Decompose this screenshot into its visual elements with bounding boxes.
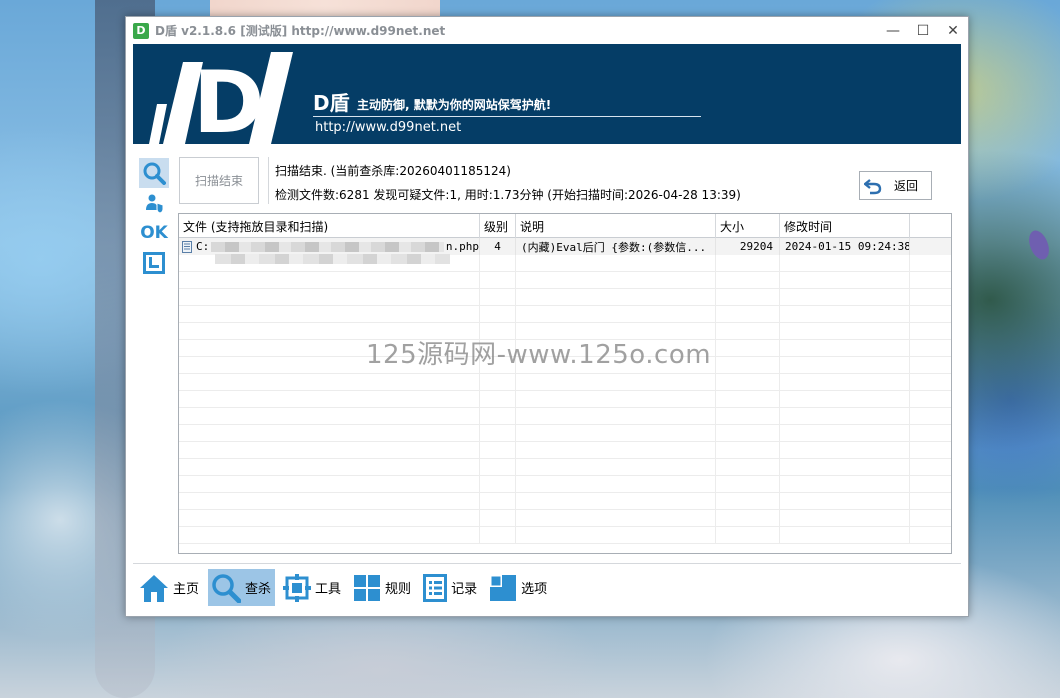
scan-summary-text: 检测文件数:6281 发现可疑文件:1, 用时:1.73分钟 (开始扫描时间:2…: [275, 188, 741, 202]
bottom-nav: 主页 查杀 工具 规则 记录 选项: [136, 569, 556, 607]
table-row: [179, 442, 951, 459]
column-header-level[interactable]: 级别: [480, 214, 516, 238]
frame-icon: [143, 252, 165, 274]
banner-product-name: D盾: [313, 91, 350, 115]
banner-divider: [313, 116, 701, 117]
search-icon: [143, 162, 166, 185]
table-row: [179, 289, 951, 306]
cell-mtime: 2024-01-15 09:24:38: [780, 238, 910, 255]
cell-file: C: n.php: [179, 238, 480, 255]
table-row: [179, 272, 951, 289]
svg-text:D: D: [193, 53, 264, 144]
nav-home[interactable]: 主页: [136, 569, 203, 606]
bottom-divider: [133, 563, 961, 564]
nav-options-label: 选项: [521, 582, 548, 597]
sidebar-item-process[interactable]: [139, 188, 169, 218]
table-row: [179, 391, 951, 408]
minimize-button[interactable]: —: [878, 17, 908, 44]
cell-desc: (内藏)Eval后门 {参数:(参数信...: [516, 238, 716, 255]
home-icon: [140, 574, 168, 602]
app-window: D D盾 v2.1.8.6 [测试版] http://www.d99net.ne…: [125, 16, 969, 617]
column-header-spare: [910, 214, 951, 238]
watermark-text: 125源码网-www.125o.com: [366, 340, 712, 370]
title-bar[interactable]: D D盾 v2.1.8.6 [测试版] http://www.d99net.ne…: [126, 17, 968, 44]
table-body: C: n.php 4 (内藏)Eval后门 {参数:(参数信... 29204 …: [179, 238, 951, 544]
table-row: [179, 425, 951, 442]
nav-tools-label: 工具: [315, 582, 342, 597]
table-header: 文件 (支持拖放目录和扫描) 级别 说明 大小 修改时间: [179, 214, 951, 238]
nav-scan[interactable]: 查杀: [208, 569, 276, 606]
nav-rules[interactable]: 规则: [350, 569, 415, 606]
scan-status-text: 扫描结束. (当前查杀库:20260401185124): [275, 164, 511, 178]
close-button[interactable]: ✕: [938, 17, 968, 44]
background-face: [210, 0, 440, 16]
sidebar-item-ok[interactable]: OK: [139, 218, 169, 248]
undo-icon: [864, 178, 882, 194]
cell-size: 29204: [716, 238, 780, 255]
cell-level: 4: [480, 238, 516, 255]
options-icon: [490, 574, 517, 601]
nav-tools[interactable]: 工具: [280, 569, 345, 606]
sidebar: OK: [139, 158, 169, 278]
column-header-file[interactable]: 文件 (支持拖放目录和扫描): [179, 214, 480, 238]
back-button-label: 返回: [894, 179, 919, 193]
header-banner: D D盾 主动防御, 默默为你的网站保驾护航! http://www.d99ne…: [133, 44, 961, 144]
table-row: [179, 476, 951, 493]
ok-icon: OK: [140, 223, 168, 243]
table-row: [179, 493, 951, 510]
app-icon: D: [133, 22, 149, 39]
redacted-path-overflow: [215, 254, 450, 264]
background-petal: [1023, 227, 1055, 263]
sidebar-item-scan[interactable]: [139, 158, 169, 188]
redacted-path: [211, 241, 444, 252]
window-title: D盾 v2.1.8.6 [测试版] http://www.d99net.net: [155, 24, 446, 38]
table-row[interactable]: C: n.php 4 (内藏)Eval后门 {参数:(参数信... 29204 …: [179, 238, 951, 255]
table-row: [179, 374, 951, 391]
table-row: [179, 527, 951, 544]
back-button[interactable]: 返回: [859, 171, 932, 200]
table-row: [179, 510, 951, 527]
nav-options[interactable]: 选项: [486, 569, 551, 606]
file-path-suffix: n.php: [445, 240, 479, 253]
column-header-size[interactable]: 大小: [716, 214, 780, 238]
sidebar-item-frame[interactable]: [139, 248, 169, 278]
status-divider: [268, 157, 269, 204]
table-row: [179, 306, 951, 323]
user-shield-icon: [146, 194, 164, 213]
table-row: [179, 408, 951, 425]
banner-url: http://www.d99net.net: [315, 120, 462, 135]
nav-scan-label: 查杀: [245, 582, 272, 597]
column-header-desc[interactable]: 说明: [516, 214, 716, 238]
banner-slogan: 主动防御, 默默为你的网站保驾护航!: [357, 98, 552, 112]
file-path-prefix: C:: [196, 240, 210, 253]
search-icon: [212, 573, 242, 603]
nav-home-label: 主页: [173, 582, 200, 597]
nav-rules-label: 规则: [385, 582, 412, 597]
cell-spare: [910, 238, 951, 255]
maximize-button[interactable]: ☐: [908, 17, 938, 44]
scan-status-button[interactable]: 扫描结束: [179, 157, 259, 204]
table-row: [179, 459, 951, 476]
file-icon: [182, 240, 192, 253]
dshield-logo-icon: D: [149, 52, 293, 144]
grid-icon: [354, 574, 381, 601]
tool-icon: [283, 573, 312, 602]
window-controls: — ☐ ✕: [878, 17, 968, 44]
column-header-mtime[interactable]: 修改时间: [780, 214, 910, 238]
results-table: 文件 (支持拖放目录和扫描) 级别 说明 大小 修改时间 C: n.php 4 …: [178, 213, 952, 554]
log-icon: [423, 573, 448, 602]
nav-logs-label: 记录: [451, 582, 478, 597]
nav-logs[interactable]: 记录: [420, 569, 481, 606]
